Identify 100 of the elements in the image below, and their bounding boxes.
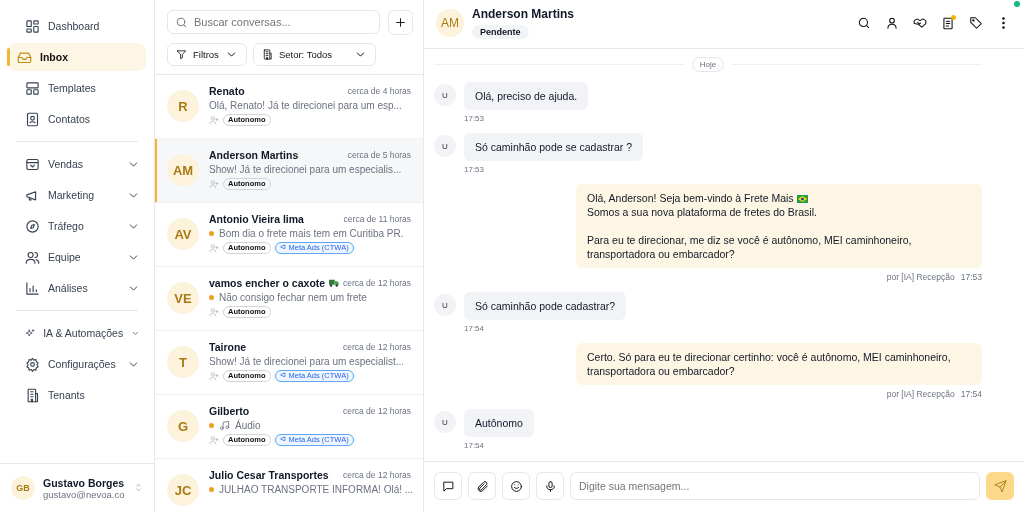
quick-reply-button[interactable] xyxy=(434,472,462,500)
message-preview: Olá, Renato! Já te direcionei para um esp... xyxy=(209,100,402,111)
more-vertical-icon xyxy=(1002,17,1005,29)
sidebar-item[interactable]: Templates xyxy=(8,74,146,102)
message-preview: JULHAO TRANSPORTE INFORMA! Olá! ... xyxy=(219,484,414,495)
message-preview: Áudio xyxy=(235,420,261,431)
conversation-time: cerca de 12 horas xyxy=(342,278,411,288)
filter-dropdown[interactable]: Filtros xyxy=(167,43,247,66)
user-email: gustavo@nevoa.co xyxy=(43,488,125,500)
contact-avatar: JC xyxy=(167,474,199,506)
message-preview: Bom dia o frete mais tem em Curitiba PR. xyxy=(219,228,404,239)
sidebar-item[interactable]: Contatos xyxy=(8,105,146,133)
user-plus-icon xyxy=(209,435,219,445)
conversation-time: cerca de 12 horas xyxy=(342,470,411,480)
message-preview: Show! Já te direcionei para um especialist... xyxy=(209,356,405,367)
handshake-icon xyxy=(912,16,927,30)
contact-book-icon xyxy=(25,111,40,127)
megaphone-icon xyxy=(279,372,287,378)
contact-name: Anderson Martins xyxy=(472,7,574,21)
attach-button[interactable] xyxy=(468,472,496,500)
tag-icon xyxy=(968,16,983,30)
sidebar-item[interactable]: IA & Automações xyxy=(8,319,146,347)
conversation-time: cerca de 4 horas xyxy=(347,86,411,96)
microphone-icon xyxy=(543,479,557,493)
search-field[interactable]: Buscar conversas... xyxy=(167,10,380,34)
microphone-button[interactable] xyxy=(536,472,564,500)
sidebar-item[interactable]: Análises xyxy=(8,274,146,302)
contact-name: Gilberto xyxy=(209,405,250,417)
contact-avatar: G xyxy=(167,410,199,442)
user-plus-icon xyxy=(209,179,219,189)
conversation-time: cerca de 12 horas xyxy=(342,406,411,416)
user-name: Gustavo Borges xyxy=(43,476,125,489)
conversation-time: cerca de 11 horas xyxy=(343,214,411,224)
incoming-message: Só caminhão pode cadastrar? xyxy=(464,292,627,320)
message-input[interactable]: Digite sua mensagem... xyxy=(570,472,980,500)
conversation-item[interactable]: JC Julio Cesar Transportes cerca de 12 horas JULHAO TRANSPORTE INFORMA! Olá! ... xyxy=(155,459,423,512)
user-plus-icon xyxy=(209,371,219,381)
message-time: 17:54 xyxy=(464,324,486,333)
message-author: por [IA] Recepção xyxy=(886,389,955,399)
layout-icon xyxy=(25,80,40,96)
sidebar-item[interactable]: Equipe xyxy=(8,243,146,271)
building-icon xyxy=(25,387,40,403)
user-icon xyxy=(884,16,899,30)
megaphone-icon xyxy=(279,244,287,250)
contact-name: Renato xyxy=(209,85,245,97)
building-icon xyxy=(261,49,273,60)
message-author: por [IA] Recepção xyxy=(886,272,955,282)
compass-icon xyxy=(25,218,40,234)
status-badge: Pendente xyxy=(472,25,529,39)
inbox-icon xyxy=(17,49,32,65)
filter-dropdown[interactable]: Setor: Todos xyxy=(252,43,377,66)
conversation-time: cerca de 5 horas xyxy=(347,150,411,160)
sidebar-item[interactable]: Marketing xyxy=(8,181,146,209)
sidebar-item[interactable]: Dashboard xyxy=(8,12,146,40)
message-time: 17:53 xyxy=(960,272,982,282)
user-plus-icon xyxy=(209,243,219,253)
notification-dot xyxy=(951,14,956,20)
sidebar-item[interactable]: Inbox xyxy=(8,43,146,71)
paperclip-icon xyxy=(475,479,489,493)
grid-icon xyxy=(25,18,40,34)
send-button[interactable] xyxy=(986,472,1014,500)
settings-icon xyxy=(25,356,40,372)
sidebar-item[interactable]: Configurações xyxy=(8,350,146,378)
sidebar-item[interactable]: Tenants xyxy=(8,381,146,409)
contact-name: Antonio Vieira lima xyxy=(209,213,304,225)
contact-avatar: T xyxy=(167,346,199,378)
outgoing-message: Certo. Só para eu te direcionar certinho: você é autônomo, MEI caminhoneiro, transportadora ou embarcador? xyxy=(576,343,982,385)
contact-avatar: VE xyxy=(167,282,199,314)
clipboard-icon xyxy=(940,16,955,30)
emoji-button[interactable] xyxy=(502,472,530,500)
search-icon xyxy=(856,16,871,30)
incoming-message: Só caminhão pode se cadastrar ? xyxy=(464,133,643,161)
contact-name: Tairone xyxy=(209,341,247,353)
contact-avatar: AV xyxy=(167,218,199,250)
add-button[interactable] xyxy=(388,10,413,35)
tag-button[interactable] xyxy=(967,14,984,32)
message-time: 17:53 xyxy=(464,114,486,123)
sender-avatar: U xyxy=(434,294,456,316)
megaphone-icon xyxy=(279,436,287,442)
incoming-message: Olá, preciso de ajuda. xyxy=(464,82,589,110)
message-preview: Não consigo fechar nem um frete xyxy=(219,292,367,303)
user-plus-icon xyxy=(209,307,219,317)
conversation-time: cerca de 12 horas xyxy=(342,342,411,352)
sidebar-item[interactable]: Tráfego xyxy=(8,212,146,240)
plus-icon xyxy=(394,16,407,29)
sender-avatar: U xyxy=(434,135,456,157)
send-icon xyxy=(993,479,1007,493)
message-preview: Show! Já te direcionei para um especialis... xyxy=(209,164,402,175)
contact-avatar: AM xyxy=(167,154,199,186)
message-time: 17:53 xyxy=(464,165,486,174)
online-status-dot xyxy=(1014,1,1020,7)
search-icon xyxy=(175,16,188,29)
filter-icon xyxy=(176,49,187,60)
truck-icon xyxy=(329,278,339,288)
message-time: 17:54 xyxy=(464,441,486,450)
sender-avatar: U xyxy=(434,84,456,106)
sidebar-item[interactable]: Vendas xyxy=(8,150,146,178)
user-plus-icon xyxy=(209,115,219,125)
contact-avatar: AM xyxy=(436,9,464,37)
flag-icon xyxy=(796,195,808,203)
